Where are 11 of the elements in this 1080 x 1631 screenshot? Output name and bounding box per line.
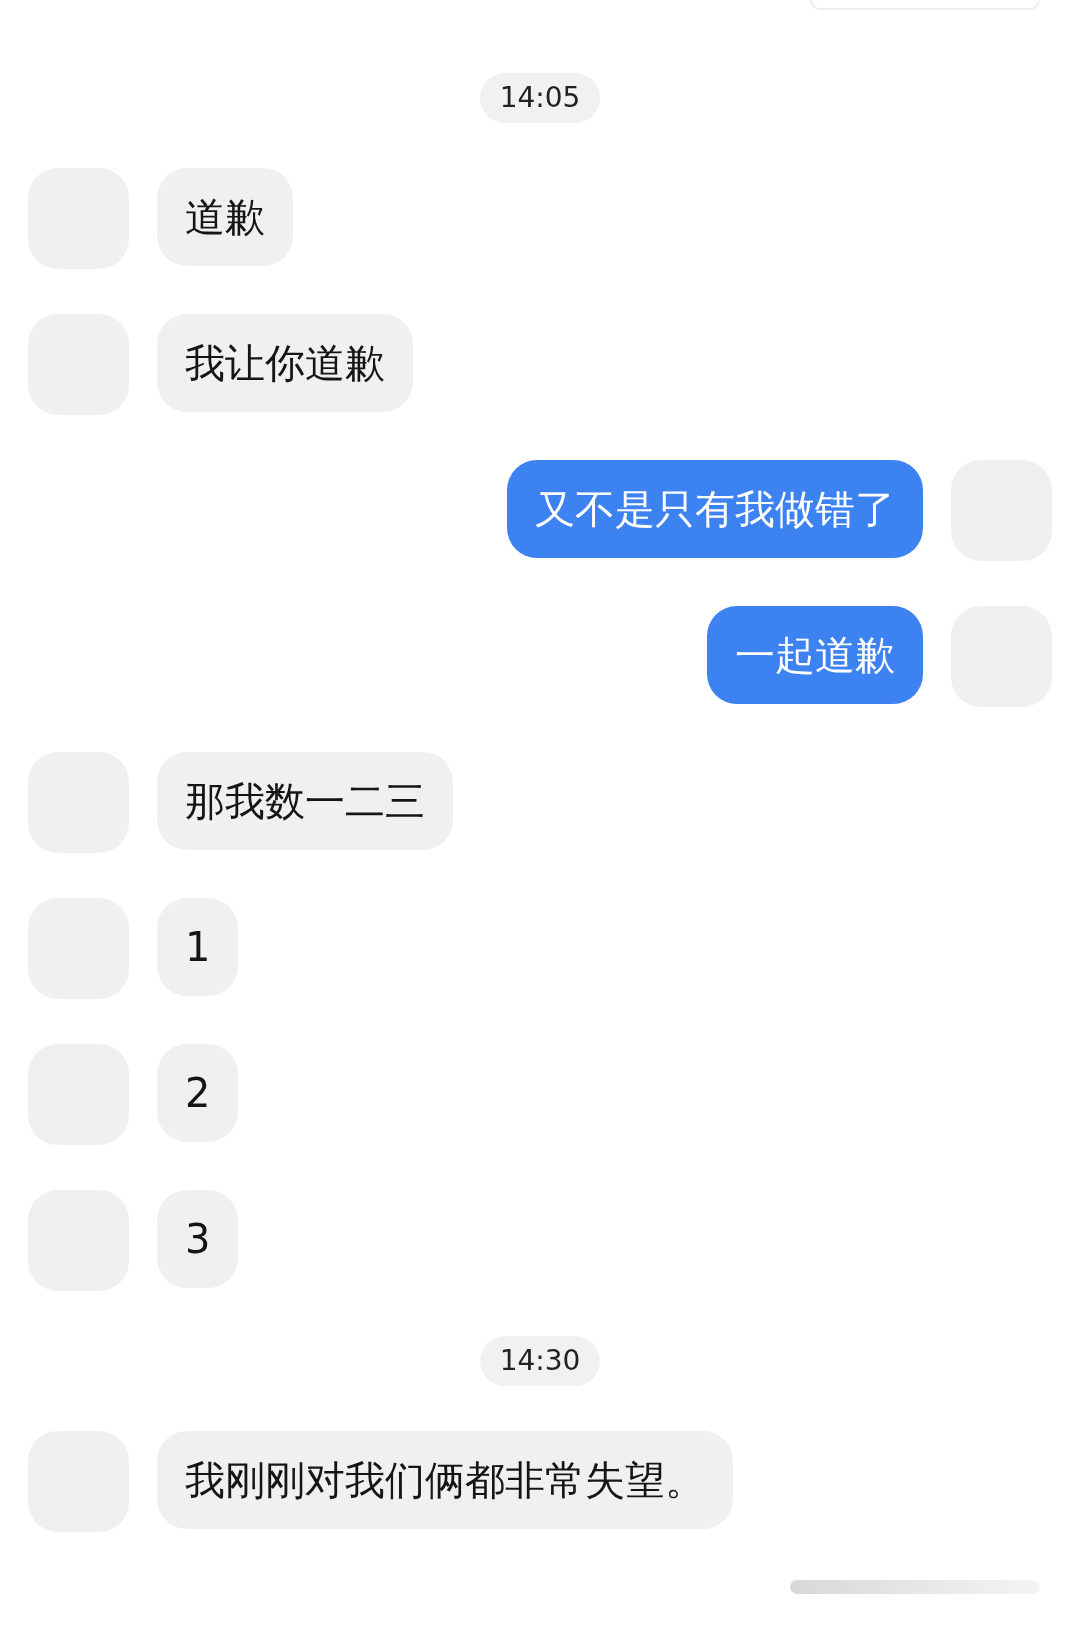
timestamp: 14:30 [479, 1336, 601, 1386]
message-bubble: 那我数一二三 [157, 752, 453, 850]
message-bubble: 1 [157, 898, 239, 996]
message-bubble: 一起道歉 [707, 606, 923, 704]
timestamp: 14:05 [479, 73, 601, 123]
message-bubble: 3 [157, 1190, 239, 1288]
message-bubble: 又不是只有我做错了 [507, 460, 923, 558]
message-bubble: 道歉 [157, 168, 293, 266]
message-bubble: 我让你道歉 [157, 314, 413, 412]
message-bubble: 我刚刚对我们俩都非常失望。 [157, 1431, 733, 1529]
message-bubble: 2 [157, 1044, 239, 1142]
